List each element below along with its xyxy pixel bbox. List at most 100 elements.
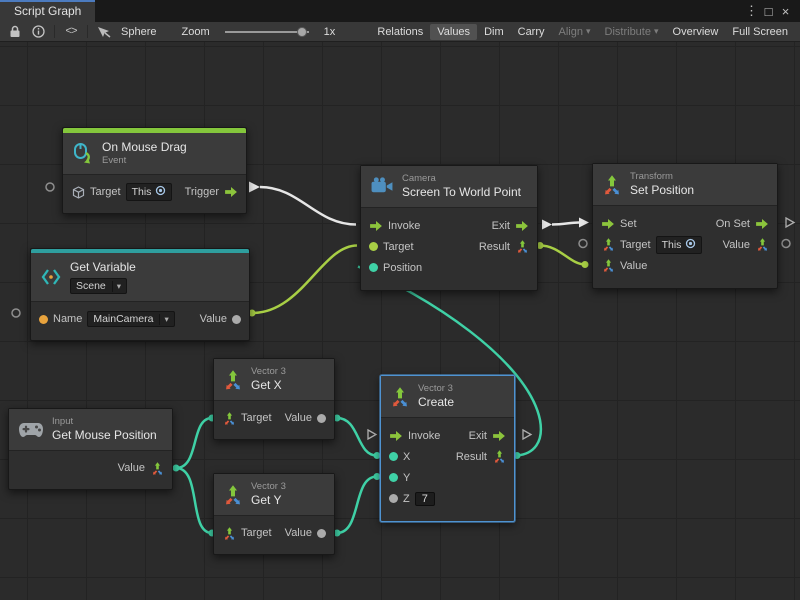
zoom-slider[interactable] bbox=[225, 31, 309, 33]
port-label: Exit bbox=[492, 220, 510, 232]
graph-name: Sphere bbox=[117, 26, 160, 38]
name-port[interactable] bbox=[39, 315, 48, 324]
port-label: Value bbox=[200, 313, 227, 325]
position-port[interactable] bbox=[369, 263, 378, 272]
z-port[interactable] bbox=[389, 494, 398, 503]
fullscreen-button[interactable]: Full Screen bbox=[725, 24, 795, 40]
node-get-y[interactable]: Vector 3 Get Y Target Value bbox=[213, 473, 335, 555]
node-title: Screen To World Point bbox=[402, 185, 521, 200]
node-category: Camera bbox=[402, 173, 521, 185]
wire-mouse-to-gety[interactable] bbox=[176, 468, 212, 533]
node-title: On Mouse Drag bbox=[102, 140, 187, 155]
relations-button[interactable]: Relations bbox=[370, 24, 430, 40]
camera-icon bbox=[370, 177, 394, 196]
node-get-mouse-position[interactable]: Input Get Mouse Position Value bbox=[8, 408, 173, 490]
maximize-icon[interactable]: □ bbox=[760, 4, 777, 19]
port-label: X bbox=[403, 451, 410, 463]
node-category: Vector 3 bbox=[251, 481, 286, 493]
port-label: Target bbox=[241, 527, 272, 539]
external-flow-port[interactable] bbox=[523, 430, 531, 439]
node-get-variable[interactable]: Get Variable Scene ▾ Name MainCamera ▾ bbox=[30, 248, 250, 341]
node-get-x[interactable]: Vector 3 Get X Target Value bbox=[213, 358, 335, 440]
port-label: Name bbox=[53, 313, 82, 325]
this-chip[interactable]: This bbox=[656, 236, 703, 254]
target-self-icon bbox=[685, 238, 696, 252]
target-port[interactable] bbox=[71, 186, 85, 199]
node-subtitle: Event bbox=[102, 155, 187, 167]
wire-gety-to-create-y[interactable] bbox=[337, 477, 377, 534]
dim-button[interactable]: Dim bbox=[477, 24, 511, 40]
node-title: Create bbox=[418, 395, 454, 410]
close-icon[interactable]: × bbox=[777, 4, 794, 19]
target-port[interactable] bbox=[601, 238, 615, 251]
value-out-port[interactable] bbox=[755, 238, 769, 251]
target-port[interactable] bbox=[222, 527, 236, 540]
graph-toolbar: <> Sphere Zoom 1x Relations Values Dim C… bbox=[0, 22, 800, 42]
align-label: Align bbox=[559, 26, 583, 38]
variable-icon bbox=[40, 266, 62, 288]
variable-scope-dropdown[interactable]: Scene ▾ bbox=[70, 278, 127, 294]
wire-result-to-value[interactable] bbox=[540, 246, 585, 265]
carry-button[interactable]: Carry bbox=[511, 24, 552, 40]
x-port[interactable] bbox=[389, 452, 398, 461]
tab-script-graph[interactable]: Script Graph bbox=[0, 0, 95, 22]
node-screen-to-world-point[interactable]: Camera Screen To World Point Invoke Exit… bbox=[360, 165, 538, 291]
on-set-port[interactable] bbox=[755, 219, 769, 229]
z-value-field[interactable]: 7 bbox=[415, 492, 435, 506]
chevron-down-icon: ▾ bbox=[112, 281, 121, 292]
wire-trigger-to-invoke[interactable] bbox=[260, 187, 356, 225]
result-port[interactable] bbox=[492, 450, 506, 463]
zoom-slider-handle[interactable] bbox=[297, 27, 307, 37]
y-port[interactable] bbox=[389, 473, 398, 482]
result-port[interactable] bbox=[515, 240, 529, 253]
graph-pointer-icon bbox=[94, 23, 114, 41]
value-port[interactable] bbox=[232, 315, 241, 324]
exit-port[interactable] bbox=[492, 431, 506, 441]
external-port-circle[interactable] bbox=[12, 309, 20, 317]
value-in-port[interactable] bbox=[601, 259, 615, 272]
value-port[interactable] bbox=[150, 462, 164, 475]
invoke-port[interactable] bbox=[369, 221, 383, 231]
this-chip[interactable]: This bbox=[126, 183, 173, 201]
kebab-menu-icon[interactable]: ⋮ bbox=[743, 3, 760, 19]
exit-port[interactable] bbox=[515, 221, 529, 231]
graph-canvas[interactable]: On Mouse Drag Event Target This Trigger bbox=[0, 42, 800, 600]
variable-name-dropdown[interactable]: MainCamera ▾ bbox=[87, 311, 174, 327]
align-button[interactable]: Align ▾ bbox=[552, 24, 598, 40]
target-port[interactable] bbox=[222, 412, 236, 425]
variable-name-value: MainCamera bbox=[93, 313, 153, 325]
invoke-port[interactable] bbox=[389, 431, 403, 441]
values-button[interactable]: Values bbox=[430, 24, 477, 40]
unity-visual-scripting-window: Script Graph ⋮ □ × <> Sphere Zoom 1x Rel… bbox=[0, 0, 800, 42]
code-view-icon[interactable]: <> bbox=[61, 23, 81, 41]
external-flow-port[interactable] bbox=[786, 218, 794, 227]
set-port[interactable] bbox=[601, 219, 615, 229]
value-port[interactable] bbox=[317, 414, 326, 423]
value-port[interactable] bbox=[317, 529, 326, 538]
wire-mouse-to-getx[interactable] bbox=[176, 418, 212, 468]
port-label: Target bbox=[90, 186, 121, 198]
node-set-position[interactable]: Transform Set Position Set On Set Target… bbox=[592, 163, 778, 289]
node-title: Get X bbox=[251, 378, 286, 393]
node-on-mouse-drag[interactable]: On Mouse Drag Event Target This Trigger bbox=[62, 127, 247, 214]
external-flow-port[interactable] bbox=[368, 430, 376, 439]
node-vector3-create[interactable]: Vector 3 Create Invoke Exit X Result bbox=[380, 375, 515, 522]
external-port-circle[interactable] bbox=[782, 240, 790, 248]
overview-button[interactable]: Overview bbox=[666, 24, 726, 40]
distribute-button[interactable]: Distribute ▾ bbox=[598, 24, 666, 40]
wire-variable-to-target[interactable] bbox=[252, 246, 357, 314]
flow-arrow-marker bbox=[579, 218, 589, 228]
mouse-drag-event-icon bbox=[72, 143, 94, 165]
transform-icon bbox=[602, 175, 622, 195]
target-port[interactable] bbox=[369, 242, 378, 251]
port-label: Target bbox=[620, 239, 651, 251]
flow-arrow-marker bbox=[249, 182, 260, 193]
port-label: Position bbox=[383, 262, 422, 274]
info-icon[interactable] bbox=[28, 23, 48, 41]
tab-title: Script Graph bbox=[14, 4, 81, 18]
trigger-port[interactable] bbox=[224, 187, 238, 197]
external-port-circle[interactable] bbox=[46, 183, 54, 191]
external-port-circle[interactable] bbox=[579, 240, 587, 248]
wire-exit-to-set[interactable] bbox=[552, 223, 579, 225]
lock-icon[interactable] bbox=[5, 23, 25, 41]
